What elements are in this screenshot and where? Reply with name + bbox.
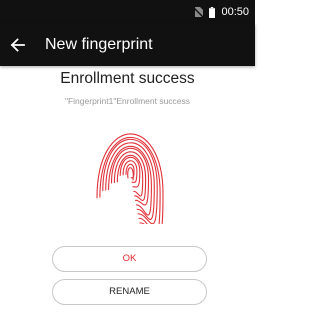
ok-button[interactable]: OK [52,246,207,272]
page-title: New fingerprint [45,36,153,53]
no-sim-icon [194,7,204,17]
rename-button[interactable]: RENAME [52,279,207,305]
enrollment-heading: Enrollment success [60,70,195,87]
status-icons: 00:50 [194,0,249,24]
status-time: 00:50 [221,6,249,18]
app-bar: New fingerprint [0,24,255,66]
arrow-left-icon[interactable] [8,35,28,55]
fingerprint-ridge [113,151,147,202]
fingerprint-ridge [116,154,144,197]
enrollment-subtext: "Fingerprint1"Enrollment success [64,96,191,106]
fingerprint-ridge [105,142,155,220]
fingerprint-icon [96,133,164,224]
battery-icon [209,6,216,18]
status-bar: 00:50 [0,0,255,24]
